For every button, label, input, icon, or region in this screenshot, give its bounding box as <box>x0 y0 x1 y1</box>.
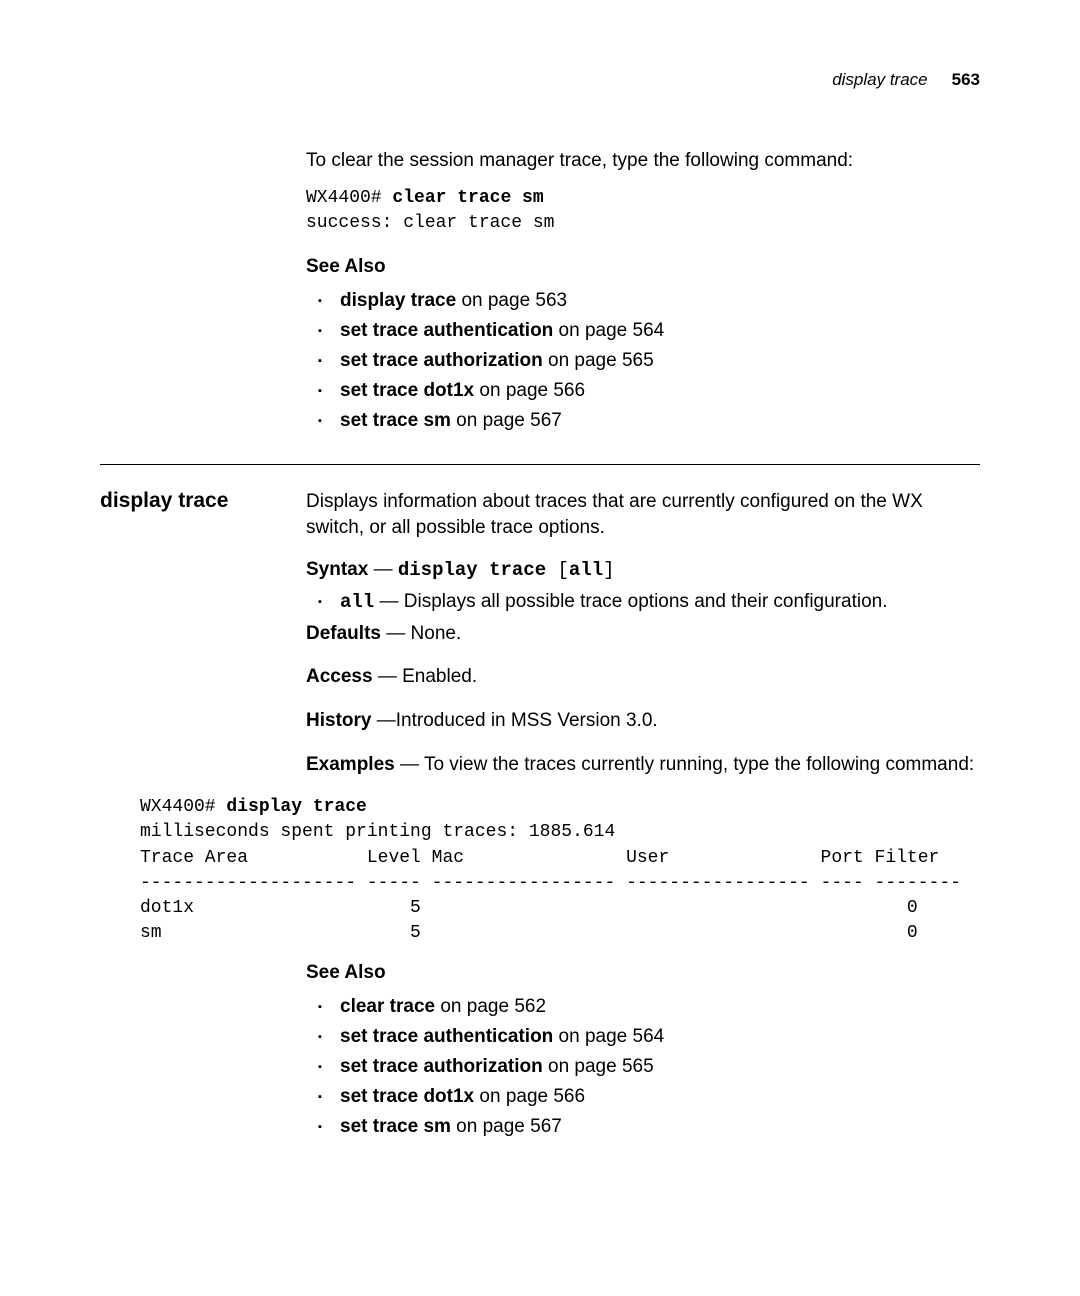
command-text: clear trace sm <box>392 188 543 208</box>
see-also-item: set trace authorization on page 565 <box>318 350 980 372</box>
output-line: milliseconds spent printing traces: 1885… <box>140 822 615 842</box>
syntax-line: Syntax — display trace [all] <box>306 559 980 581</box>
example-output-block: WX4400# display trace milliseconds spent… <box>140 795 980 946</box>
see-also-item: clear trace on page 562 <box>318 996 980 1018</box>
header-page-number: 563 <box>952 70 980 89</box>
section-display-trace: display trace Displays information about… <box>100 489 980 795</box>
section-description: Displays information about traces that a… <box>306 489 980 540</box>
divider <box>100 464 980 465</box>
see-also-item: set trace sm on page 567 <box>318 410 980 432</box>
see-also-heading-2: See Also <box>306 962 980 984</box>
command-output: success: clear trace sm <box>306 213 554 233</box>
access-line: Access — Enabled. <box>306 664 980 690</box>
header-title: display trace <box>832 70 927 89</box>
see-also-item: display trace on page 563 <box>318 290 980 312</box>
see-also-item: set trace dot1x on page 566 <box>318 380 980 402</box>
prompt: WX4400# <box>306 188 392 208</box>
section-title: display trace <box>100 489 306 513</box>
defaults-line: Defaults — None. <box>306 621 980 647</box>
see-also-item: set trace dot1x on page 566 <box>318 1086 980 1108</box>
prompt: WX4400# <box>140 797 226 817</box>
see-also-heading-1: See Also <box>306 256 980 278</box>
output-line: sm 5 0 <box>140 923 918 943</box>
command-text: display trace <box>226 797 366 817</box>
output-line: dot1x 5 0 <box>140 898 918 918</box>
history-line: History —Introduced in MSS Version 3.0. <box>306 708 980 734</box>
see-also-list-1: display trace on page 563 set trace auth… <box>306 290 980 432</box>
output-line: -------------------- ----- -------------… <box>140 873 961 893</box>
see-also-item: set trace sm on page 567 <box>318 1116 980 1138</box>
command-example-1: WX4400# clear trace sm success: clear tr… <box>306 186 980 236</box>
see-also-item: set trace authentication on page 564 <box>318 320 980 342</box>
see-also-list-2: clear trace on page 562 set trace authen… <box>306 996 980 1138</box>
page-header: display trace 563 <box>100 70 980 90</box>
output-line: Trace Area Level Mac User Port Filter <box>140 848 939 868</box>
examples-line: Examples — To view the traces currently … <box>306 752 980 778</box>
param-all: all — Displays all possible trace option… <box>318 591 980 613</box>
see-also-item: set trace authorization on page 565 <box>318 1056 980 1078</box>
syntax-params: all — Displays all possible trace option… <box>306 591 980 613</box>
see-also-item: set trace authentication on page 564 <box>318 1026 980 1048</box>
intro-text: To clear the session manager trace, type… <box>306 150 980 172</box>
